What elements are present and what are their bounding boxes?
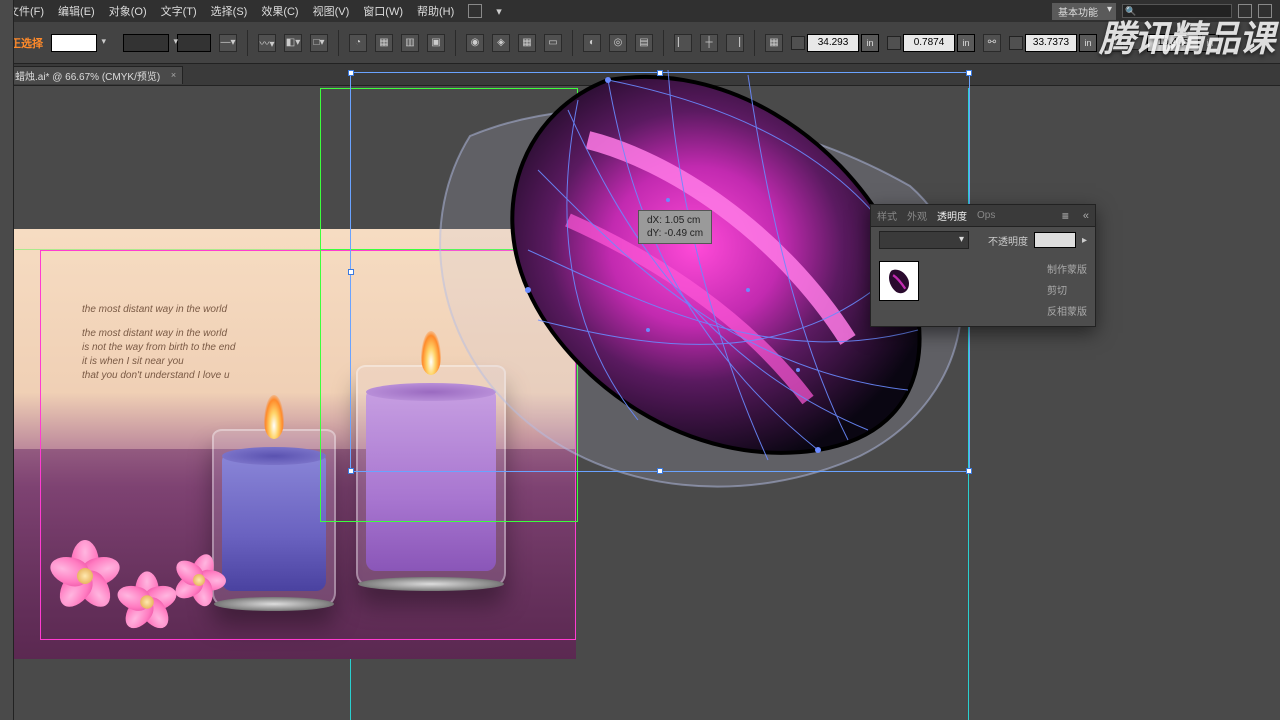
h-icon [1131,36,1145,50]
smart-guide-label: dX: 1.05 cm dY: -0.49 cm [638,210,712,244]
envelope-icon[interactable]: ◈ [492,34,510,52]
transform-panel-icon[interactable]: ▦ [765,34,783,52]
search-input[interactable] [1122,4,1232,18]
y-field[interactable]: in [1009,34,1097,52]
document-tabs: 蜡烛.ai* @ 66.67% (CMYK/预览) × [0,64,1280,86]
toolbar-dd-icon[interactable]: ▾ [496,5,502,18]
arrange-docs-icon[interactable] [468,4,482,18]
align-1-icon[interactable]: ▦ [375,34,393,52]
opacity-label: 不透明度 [988,233,1028,248]
flower-1 [50,541,120,611]
h-align-c-icon[interactable]: ┼ [700,34,718,52]
menu-select[interactable]: 选择(S) [211,3,248,19]
panel-collapse-icon[interactable]: « [1083,210,1089,222]
artboard-guide-right [968,88,969,720]
w-field[interactable]: in [887,34,975,52]
menu-window[interactable]: 窗口(W) [363,3,403,19]
control-bar: 正选择 —▾ 〰▾ ◧▾ □▾ ◔ ▦ ▥ ▣ ◉ ◈ ▦ ▭ ◐ ◎ ▤ ⎸ … [0,22,1280,64]
warp-icon[interactable]: ◉ [466,34,484,52]
tab-style[interactable]: 样式 [877,208,897,223]
transparency-panel[interactable]: 样式 外观 透明度 Ops ≡ « 不透明度 ▸ 制作蒙版 剪切 反相蒙版 [870,204,1096,327]
close-icon[interactable]: × [171,70,176,80]
recolor-icon[interactable]: ◔ [349,34,367,52]
edit-contents-icon[interactable]: ▤ [635,34,653,52]
window-min-icon[interactable] [1238,4,1252,18]
h-field[interactable]: in [1131,34,1219,52]
brush-def-dd[interactable]: 〰▾ [258,34,276,52]
artwork-background: the most distant way in the world the mo… [14,229,576,659]
menu-edit[interactable]: 编辑(E) [58,3,95,19]
stroke-weight[interactable] [177,34,211,52]
make-mask-button[interactable]: 制作蒙版 [1047,261,1087,276]
crop-icon[interactable]: ▭ [544,34,562,52]
style-dd[interactable]: □▾ [310,34,328,52]
mask-icon[interactable]: ◐ [583,34,601,52]
align-2-icon[interactable]: ▥ [401,34,419,52]
link-wh-icon[interactable]: ⚯ [983,34,1001,52]
menu-object[interactable]: 对象(O) [109,3,147,19]
tab-transparency[interactable]: 透明度 [937,208,967,223]
transform-icon[interactable]: ▣ [427,34,445,52]
y-icon [1009,36,1023,50]
flower-2 [117,572,177,632]
w-icon [887,36,901,50]
workspace-switcher[interactable]: 基本功能 [1052,3,1116,20]
panel-menu-icon[interactable]: ≡ [1062,209,1069,223]
object-thumbnail[interactable] [879,261,919,301]
doc-tab-candle[interactable]: 蜡烛.ai* @ 66.67% (CMYK/预览) × [6,66,183,84]
selection-label: 正选择 [10,35,43,51]
h-align-l-icon[interactable]: ⎸ [674,34,692,52]
stroke-swatch[interactable] [123,34,169,52]
constrain-icon[interactable]: ○ [1105,34,1123,52]
menu-view[interactable]: 视图(V) [313,3,350,19]
window-max-icon[interactable] [1258,4,1272,18]
isolate-icon[interactable]: ◎ [609,34,627,52]
fill-swatch[interactable] [51,34,97,52]
opacity-dd[interactable]: ◧▾ [284,34,302,52]
menu-help[interactable]: 帮助(H) [417,3,454,19]
mesh-icon[interactable]: ▦ [518,34,536,52]
opacity-dd-icon[interactable]: ▸ [1082,235,1087,246]
x-field[interactable]: in [791,34,879,52]
stroke-profile-dd[interactable]: —▾ [219,34,237,52]
h-align-r-icon[interactable]: ⎹ [726,34,744,52]
menu-bar: 文件(F) 编辑(E) 对象(O) 文字(T) 选择(S) 效果(C) 视图(V… [0,0,1280,22]
clip-checkbox[interactable]: 剪切 [1047,282,1087,297]
poem-text: the most distant way in the world the mo… [82,303,235,393]
opacity-field[interactable] [1034,232,1076,248]
blend-mode-dd[interactable] [879,231,969,249]
tab-appearance[interactable]: 外观 [907,208,927,223]
menu-type[interactable]: 文字(T) [161,3,197,19]
panel-label-ops: Ops [977,210,995,221]
candle-large [356,365,506,587]
invert-checkbox[interactable]: 反相蒙版 [1047,303,1087,318]
reference-point-icon[interactable] [791,36,805,50]
ruler-vertical[interactable] [0,0,14,720]
candle-small [212,429,336,607]
menu-effect[interactable]: 效果(C) [261,3,298,19]
